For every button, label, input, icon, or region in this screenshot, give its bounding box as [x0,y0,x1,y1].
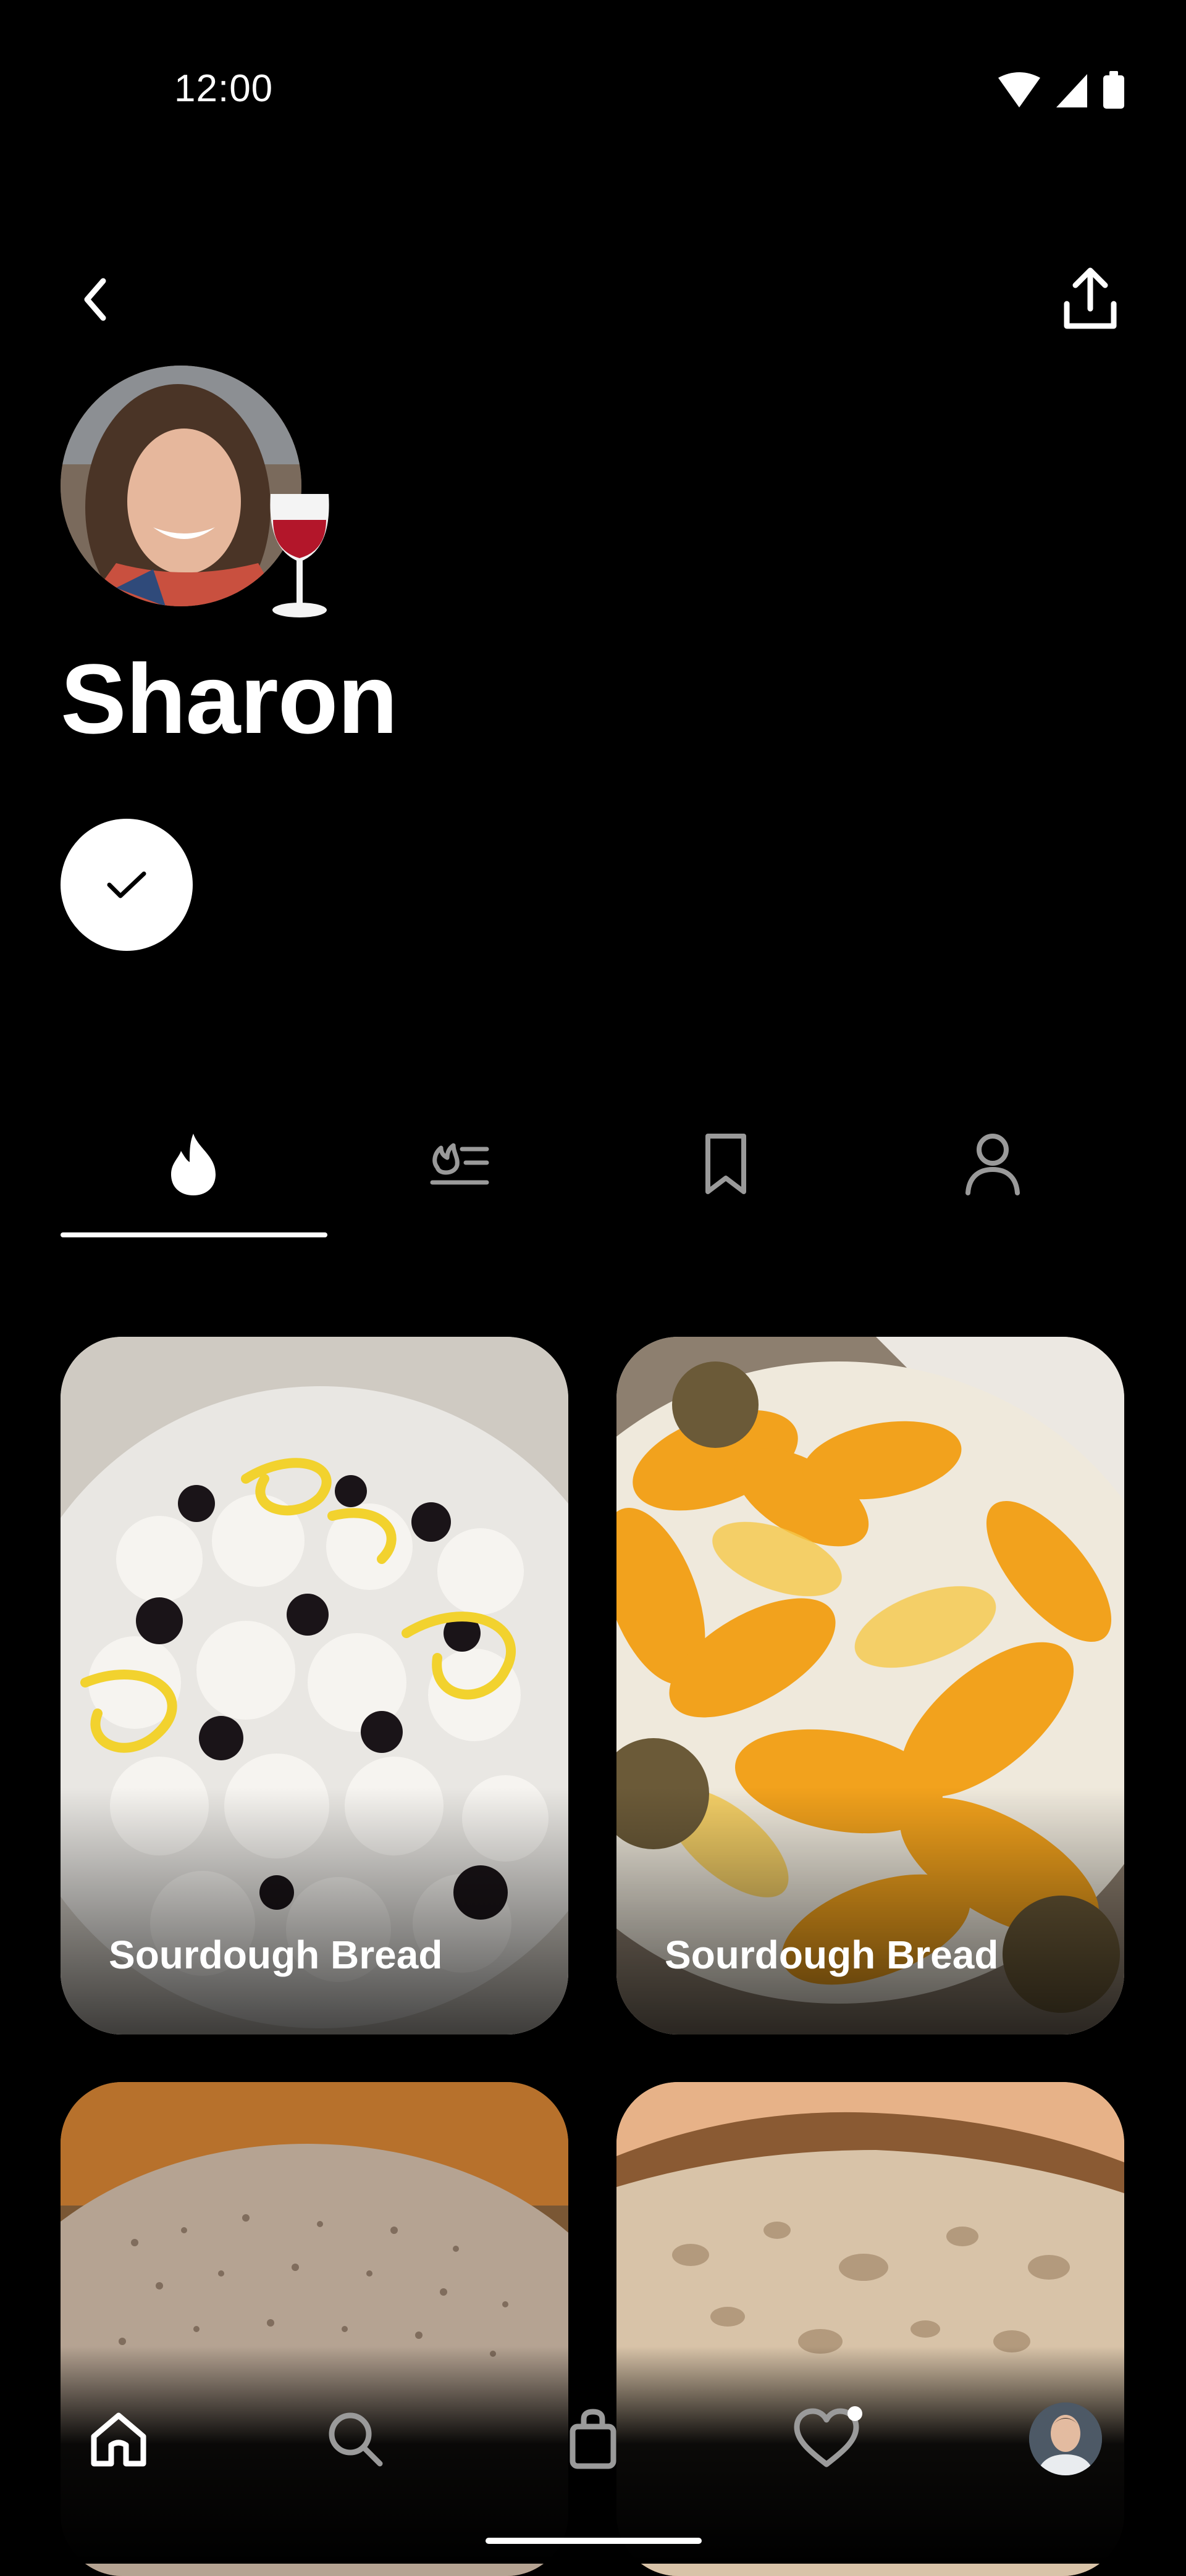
back-button[interactable] [68,266,124,333]
recipe-card[interactable]: Sourdough Bread [61,1337,568,2034]
nav-home[interactable] [75,2396,162,2482]
shopping-bag-icon [570,2409,616,2469]
cellular-signal-icon [1056,74,1087,107]
following-button[interactable] [61,819,193,951]
person-icon [965,1134,1020,1195]
tab-indicator [61,1232,327,1237]
bookmark-icon [705,1134,746,1194]
tab-recipes[interactable] [327,1111,593,1216]
nav-profile[interactable] [1022,2396,1109,2482]
tab-saved[interactable] [593,1111,859,1216]
nav-search[interactable] [312,2396,398,2482]
recipes-list-icon [430,1143,489,1185]
flame-icon [171,1134,216,1195]
recipe-card-title: Sourdough Bread [665,1933,999,1977]
tab-activity[interactable] [61,1111,326,1216]
nav-shop[interactable] [550,2396,636,2482]
share-upload-icon [1064,267,1117,329]
chevron-left-icon [84,278,106,321]
share-button[interactable] [1050,259,1130,340]
home-indicator [486,2538,702,2544]
checkmark-icon [107,871,146,898]
status-time: 12:00 [174,67,274,110]
search-icon [329,2412,383,2467]
recipe-card-title: Sourdough Bread [109,1933,443,1977]
status-icons [995,69,1130,112]
notification-dot [847,2406,862,2421]
profile-name: Sharon [61,643,398,754]
tab-about[interactable] [860,1111,1125,1216]
wifi-icon [998,72,1040,107]
home-icon [91,2412,146,2467]
battery-icon [1103,71,1124,109]
recipe-card[interactable]: Sourdough Bread [616,1337,1124,2034]
nav-favorites[interactable] [786,2396,872,2482]
heart-icon [794,2406,862,2467]
profile-avatar [1029,2402,1102,2475]
wine-glass-icon [253,482,346,624]
